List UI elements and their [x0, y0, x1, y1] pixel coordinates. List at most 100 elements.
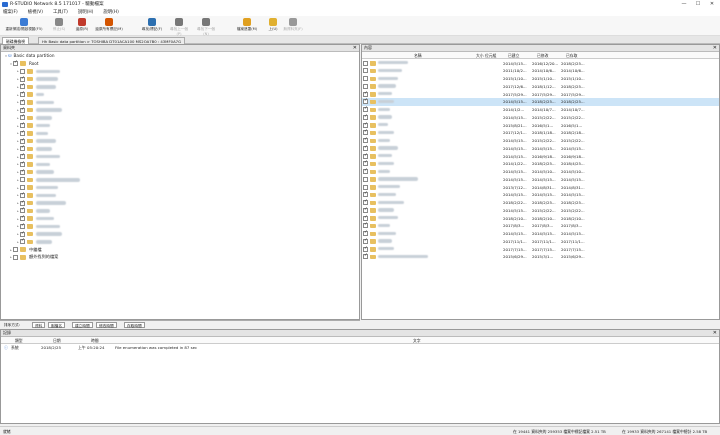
tree-row[interactable]: ▸ 額外找到的檔案: [1, 254, 359, 262]
file-row[interactable]: 2018/2/22... 2018/2/25... 2018/2/25...: [362, 199, 719, 207]
file-checkbox[interactable]: [363, 230, 368, 236]
file-row[interactable]: 2017/12/1... 2018/1/18... 2018/2/18...: [362, 129, 719, 137]
file-checkbox[interactable]: [363, 191, 368, 198]
file-checkbox[interactable]: [363, 184, 368, 190]
file-checkbox[interactable]: [363, 160, 368, 167]
close-icon[interactable]: ✕: [353, 45, 357, 51]
folder-checkbox[interactable]: [13, 254, 18, 260]
sort-tab-2[interactable]: 建立時間: [72, 322, 93, 328]
toolbar-button-4[interactable]: 尋找/標記(F): [135, 18, 169, 35]
tree-row[interactable]: ▸: [1, 230, 359, 238]
menu-item-1[interactable]: 檢視(V): [28, 9, 43, 15]
tree-row[interactable]: ▸: [1, 215, 359, 223]
tree-row[interactable]: ▸: [1, 153, 359, 161]
file-row[interactable]: 2014/5/15... 2015/2/22... 2015/2/22...: [362, 206, 719, 214]
file-row[interactable]: 2014/5/15... 2014/5/15... 2014/5/15...: [362, 175, 719, 183]
file-row[interactable]: 2018/2/10... 2018/2/10... 2018/2/10...: [362, 214, 719, 222]
folder-checkbox[interactable]: [20, 107, 25, 113]
folder-checkbox[interactable]: [20, 223, 25, 229]
folder-checkbox[interactable]: [20, 99, 25, 105]
tree-row[interactable]: ▸: [1, 114, 359, 122]
file-checkbox[interactable]: [363, 137, 368, 143]
menu-item-3[interactable]: 說明(H): [78, 9, 94, 15]
folder-checkbox[interactable]: [20, 145, 25, 152]
file-row[interactable]: 2013/7/12... 2014/8/31... 2014/8/31...: [362, 183, 719, 191]
tree-row[interactable]: ▸: [1, 122, 359, 130]
tree-row[interactable]: ▸: [1, 199, 359, 207]
file-checkbox[interactable]: [363, 199, 368, 205]
tree-row[interactable]: ▸: [1, 130, 359, 138]
file-checkbox[interactable]: [363, 246, 368, 252]
file-checkbox[interactable]: [363, 222, 368, 229]
file-checkbox[interactable]: [363, 168, 368, 174]
tree-row[interactable]: ▸: [1, 106, 359, 114]
tree-row[interactable]: ▸: [1, 137, 359, 145]
tree-row[interactable]: ▸: [1, 91, 359, 99]
folder-checkbox[interactable]: [20, 200, 25, 206]
folder-checkbox[interactable]: [20, 192, 25, 198]
file-row[interactable]: 2014/5/15... 2018/2/25... 2018/2/25...: [362, 97, 719, 106]
folder-checkbox[interactable]: [20, 231, 25, 237]
file-checkbox[interactable]: [363, 238, 368, 244]
tree-row[interactable]: ▸: [1, 83, 359, 91]
file-checkbox[interactable]: [363, 91, 368, 97]
tree-row[interactable]: ▸ 中繼檔: [1, 246, 359, 254]
tree-row[interactable]: ▸: [1, 75, 359, 83]
file-row[interactable]: 2015/1/10... 2015/1/10... 2015/1/10...: [362, 75, 719, 83]
file-row[interactable]: 2017/11/1... 2017/11/1... 2017/11/1...: [362, 237, 719, 245]
folder-checkbox[interactable]: [20, 153, 25, 160]
folder-checkbox[interactable]: [20, 91, 25, 98]
sort-tab-0[interactable]: 資料: [32, 322, 46, 328]
close-icon[interactable]: ✕: [713, 45, 717, 51]
tree-row[interactable]: ▸: [1, 145, 359, 153]
file-row[interactable]: 2011/10/2... 2014/10/6... 2014/10/6...: [362, 67, 719, 75]
file-checkbox[interactable]: [363, 145, 368, 151]
file-row[interactable]: 2017/12/6... 2018/1/12... 2018/2/25...: [362, 82, 719, 90]
tree-row[interactable]: ▸: [1, 176, 359, 184]
file-checkbox[interactable]: [363, 153, 368, 159]
file-checkbox[interactable]: [363, 122, 368, 128]
folder-checkbox[interactable]: [20, 138, 25, 144]
toolbar-button-7[interactable]: 檔案遮罩(M): [230, 18, 264, 35]
menu-item-0[interactable]: 檔案(F): [3, 9, 18, 15]
folder-checkbox[interactable]: [20, 215, 25, 222]
file-row[interactable]: 2015/6/29... 2015/3/1... 2015/6/29...: [362, 253, 719, 261]
file-row[interactable]: 2014/5/15... 2014/5/15... 2014/5/15...: [362, 230, 719, 238]
sort-tab-3[interactable]: 修改時間: [96, 322, 117, 328]
tree-row[interactable]: ▸: [1, 184, 359, 192]
file-checkbox[interactable]: [363, 129, 368, 136]
close-icon[interactable]: ✕: [713, 330, 717, 336]
file-row[interactable]: 2014/5/15... 2014/5/15... 2014/5/15...: [362, 144, 719, 152]
file-row[interactable]: 2017/7/15... 2017/7/15... 2017/7/15...: [362, 245, 719, 253]
file-checkbox[interactable]: [363, 207, 368, 213]
tree-row[interactable]: ▸: [1, 161, 359, 169]
toolbar-button-6[interactable]: 尋找下一個(N): [195, 18, 217, 36]
toolbar-button-1[interactable]: 停止(S): [48, 18, 70, 35]
folder-checkbox[interactable]: [20, 114, 25, 121]
maximize-button[interactable]: ☐: [692, 0, 704, 8]
tree-row[interactable]: ▾ ⛁ Basic data partition: [1, 52, 359, 60]
file-row[interactable]: 2015/8/21... 2016/5/1... 2016/5/1...: [362, 121, 719, 129]
tree-row[interactable]: ▸: [1, 192, 359, 200]
tree-row[interactable]: ▸: [1, 99, 359, 107]
folder-checkbox[interactable]: [20, 122, 25, 129]
tree-row[interactable]: ▸: [1, 238, 359, 246]
folder-checkbox[interactable]: [13, 60, 18, 67]
file-row[interactable]: 2014/1/2... 2014/10/7... 2014/10/7...: [362, 106, 719, 114]
tree-row[interactable]: ▸: [1, 168, 359, 176]
file-checkbox[interactable]: [363, 60, 368, 66]
file-row[interactable]: 2017/8/3... 2017/8/3... 2017/8/3...: [362, 222, 719, 230]
menu-item-2[interactable]: 工具(T): [53, 9, 68, 15]
toolbar-button-5[interactable]: 尋找上一個(P): [168, 18, 190, 36]
file-checkbox[interactable]: [363, 68, 368, 74]
menu-item-4[interactable]: 說明(H): [103, 9, 119, 15]
folder-checkbox[interactable]: [20, 161, 25, 167]
sort-tab-1[interactable]: 副檔名: [48, 322, 66, 328]
folder-checkbox[interactable]: [20, 238, 25, 245]
folder-checkbox[interactable]: [20, 185, 25, 191]
folder-checkbox[interactable]: [20, 207, 25, 214]
file-row[interactable]: 2014/5/15... 2014/5/10... 2014/5/10...: [362, 168, 719, 176]
folder-checkbox[interactable]: [13, 247, 18, 253]
file-checkbox[interactable]: [363, 253, 368, 260]
toolbar-button-0[interactable]: 重新掃描/開啟視圖(F5): [2, 18, 46, 35]
